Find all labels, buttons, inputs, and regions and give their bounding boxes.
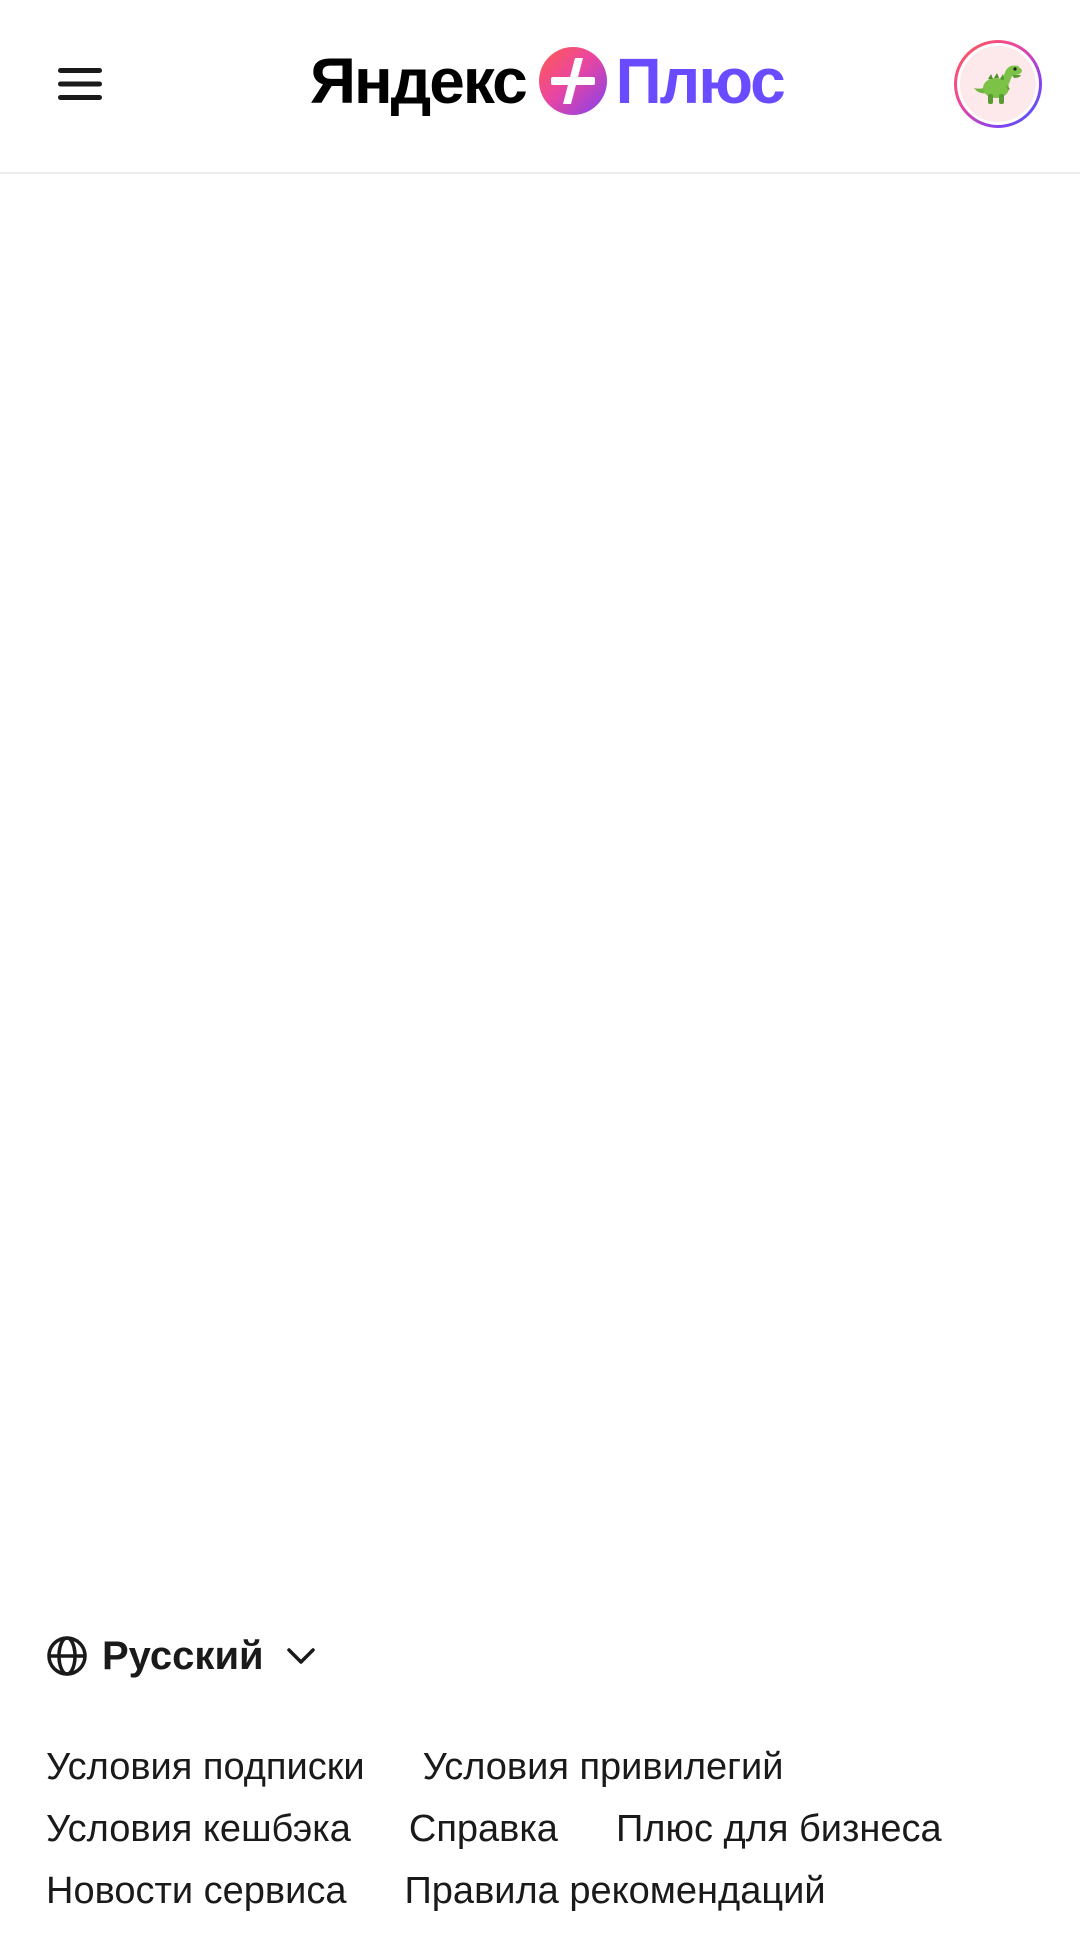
logo-plus-text: Плюс — [615, 45, 786, 117]
subscription-terms-link[interactable]: Условия подписки — [46, 1746, 365, 1789]
language-selector[interactable]: Русский — [46, 1630, 316, 1682]
top-header: Яндекс Плюс — [0, 0, 1080, 174]
plus-logo-icon — [538, 47, 607, 115]
logo-yandex-text: Яндекс — [310, 45, 528, 117]
avatar-image — [957, 43, 1039, 125]
recommendation-rules-link[interactable]: Правила рекомендаций — [404, 1870, 825, 1913]
globe-icon — [47, 1636, 87, 1676]
user-avatar[interactable] — [954, 40, 1042, 128]
cashback-terms-link[interactable]: Условия кешбэка — [46, 1808, 351, 1851]
footer-row-2: Условия кешбэка Справка Плюс для бизнеса — [46, 1798, 1046, 1860]
service-news-link[interactable]: Новости сервиса — [46, 1870, 346, 1913]
privileges-terms-link[interactable]: Условия привилегий — [423, 1746, 784, 1789]
plus-for-business-link[interactable]: Плюс для бизнеса — [616, 1808, 942, 1851]
yandex-plus-logo[interactable]: Яндекс Плюс — [310, 36, 786, 126]
footer-row-3: Новости сервиса Правила рекомендаций — [46, 1860, 1046, 1922]
language-label: Русский — [102, 1633, 264, 1678]
footer-links: Условия подписки Условия привилегий Усло… — [46, 1736, 1046, 1922]
chevron-down-icon — [286, 1648, 315, 1664]
dinosaur-icon — [974, 65, 1022, 104]
footer-row-1: Условия подписки Условия привилегий — [46, 1736, 1046, 1798]
page: Яндекс Плюс Русский Условия подписки Усл… — [0, 0, 1080, 1951]
menu-button[interactable] — [40, 44, 120, 124]
hamburger-menu-icon — [58, 68, 102, 100]
help-link[interactable]: Справка — [409, 1808, 558, 1851]
